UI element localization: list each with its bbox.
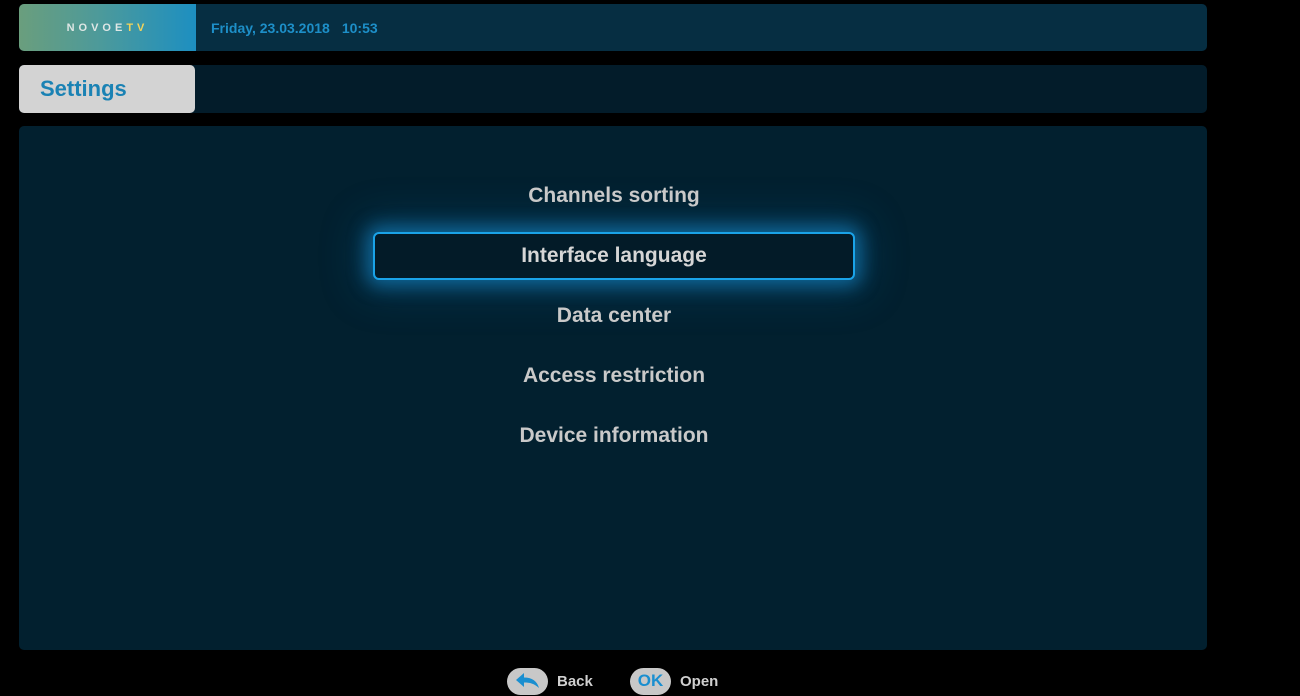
current-time: 10:53 [341, 19, 378, 36]
current-date: Friday, 23.03.2018 [211, 19, 330, 36]
top-status-bar: NOVOE TV Friday, 23.03.2018 10:53 [19, 4, 1207, 51]
menu-item-data-center[interactable]: Data center [373, 292, 855, 340]
novoetv-logo: NOVOE TV [19, 4, 196, 51]
page-title: Settings [19, 65, 195, 113]
back-hint[interactable]: Back [507, 666, 593, 696]
settings-menu: Channels sorting Interface language Data… [373, 172, 855, 472]
date-time: Friday, 23.03.2018 10:53 [211, 4, 378, 51]
ok-hint[interactable]: OK Open [630, 666, 718, 696]
tv-settings-screen: NOVOE TV Friday, 23.03.2018 10:53 Setting… [0, 0, 1300, 696]
ok-key[interactable]: OK [630, 667, 671, 695]
menu-item-access-restriction[interactable]: Access restriction [373, 352, 855, 400]
menu-item-channels-sorting[interactable]: Channels sorting [373, 172, 855, 220]
back-label: Back [557, 672, 593, 690]
open-label: Open [680, 672, 719, 690]
logo-text-novoe: NOVOE [66, 21, 127, 34]
settings-panel: Channels sorting Interface language Data… [19, 126, 1207, 650]
back-arrow-icon[interactable] [507, 667, 548, 695]
title-bar: Settings [19, 65, 1207, 113]
key-hints: Back OK Open [0, 666, 1300, 696]
menu-item-interface-language[interactable]: Interface language [373, 232, 855, 280]
logo-text-tv: TV [126, 21, 149, 34]
menu-item-device-information[interactable]: Device information [373, 412, 855, 460]
